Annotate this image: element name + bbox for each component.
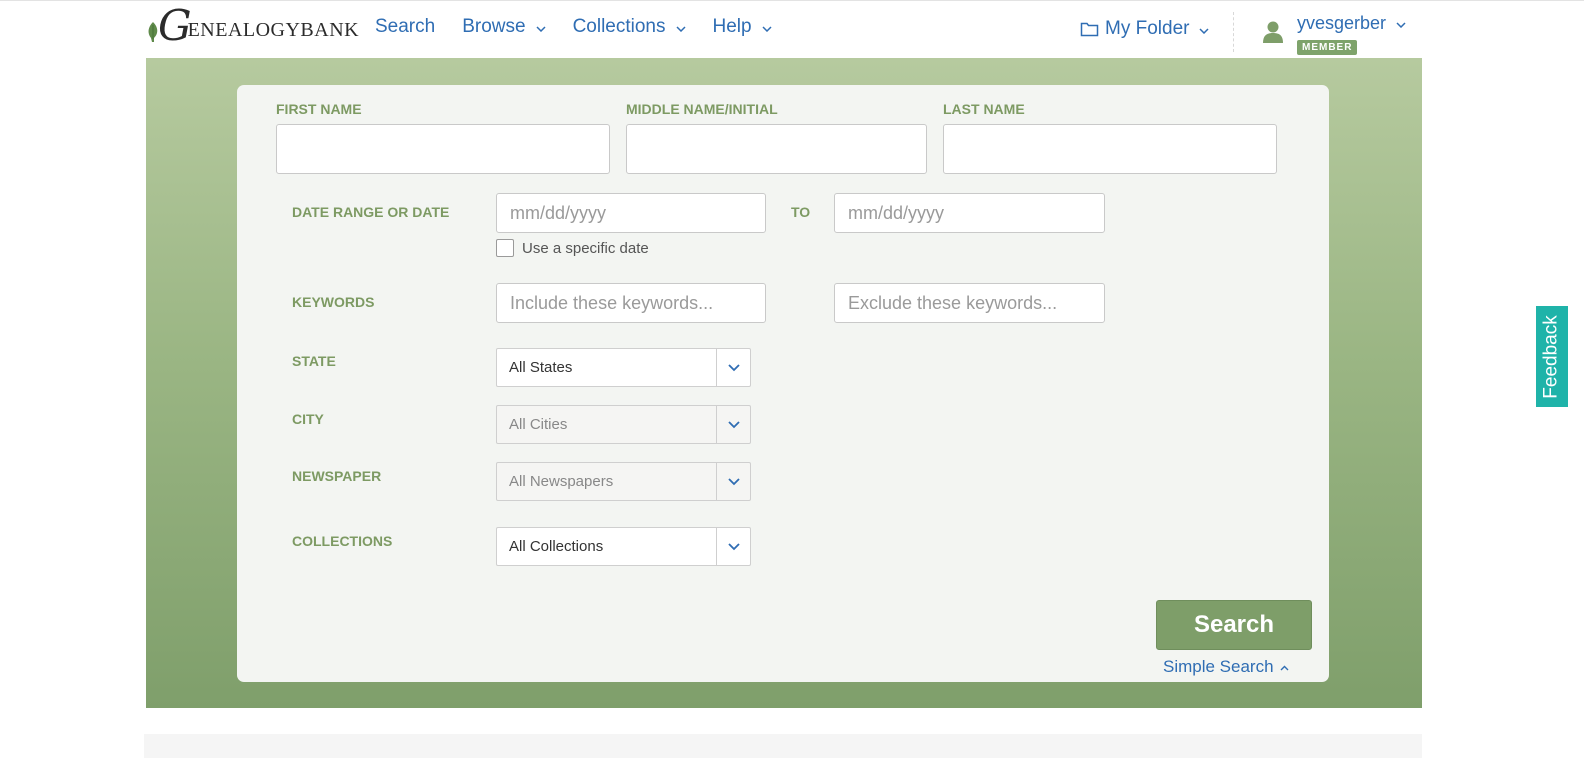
user-icon [1263, 21, 1283, 43]
my-folder-menu[interactable]: My Folder [1080, 18, 1209, 40]
chevron-up-icon [1280, 665, 1289, 671]
logo-initial: G [158, 1, 192, 50]
search-button[interactable]: Search [1156, 600, 1312, 650]
date-to-field[interactable] [834, 193, 1105, 233]
chevron-down-icon [727, 542, 740, 550]
first-name-label: FIRST NAME [276, 101, 362, 117]
nav-search[interactable]: Search [375, 16, 435, 38]
include-keywords-input[interactable] [497, 284, 765, 322]
newspaper-select-toggle[interactable] [716, 463, 750, 500]
username-label: yvesgerber [1297, 13, 1387, 33]
chevron-down-icon [1396, 22, 1406, 28]
nav-collections-label: Collections [572, 16, 666, 37]
collections-select-value: All Collections [509, 538, 604, 555]
simple-search-label: Simple Search [1163, 657, 1274, 676]
main-nav: Search Browse Collections Help [375, 16, 799, 38]
city-select[interactable]: All Cities [496, 405, 751, 444]
collections-select-toggle[interactable] [716, 528, 750, 565]
chevron-down-icon [727, 477, 740, 485]
collections-label: COLLECTIONS [292, 533, 393, 549]
advanced-search-form: FIRST NAME MIDDLE NAME/INITIAL LAST NAME… [237, 85, 1329, 682]
date-range-label: DATE RANGE OR DATE [292, 204, 450, 220]
state-select[interactable]: All States [496, 348, 751, 387]
exclude-keywords-field[interactable] [834, 283, 1105, 323]
nav-browse[interactable]: Browse [462, 16, 546, 38]
state-select-value: All States [509, 359, 573, 376]
chevron-down-icon [536, 25, 546, 32]
simple-search-link[interactable]: Simple Search [1163, 657, 1289, 677]
include-keywords-field[interactable] [496, 283, 766, 323]
newspaper-select[interactable]: All Newspapers [496, 462, 751, 501]
middle-name-label: MIDDLE NAME/INITIAL [626, 101, 778, 117]
state-label: STATE [292, 353, 336, 369]
first-name-input[interactable] [277, 125, 609, 173]
date-to-input[interactable] [835, 194, 1104, 232]
feedback-tab[interactable]: Feedback [1536, 306, 1568, 407]
last-name-label: LAST NAME [943, 101, 1025, 117]
date-from-field[interactable] [496, 193, 766, 233]
chevron-down-icon [1199, 27, 1209, 34]
chevron-down-icon [675, 25, 686, 32]
city-select-value: All Cities [509, 416, 568, 433]
folder-icon [1080, 22, 1099, 37]
search-panel: FIRST NAME MIDDLE NAME/INITIAL LAST NAME… [146, 58, 1422, 708]
keywords-label: KEYWORDS [292, 294, 375, 310]
city-label: CITY [292, 411, 324, 427]
date-to-label: TO [791, 204, 811, 220]
middle-name-input[interactable] [627, 125, 926, 173]
logo-text: ENEALOGYBANK [187, 18, 360, 41]
date-from-input[interactable] [497, 194, 765, 232]
nav-collections[interactable]: Collections [573, 16, 686, 38]
member-badge: MEMBER [1297, 40, 1358, 55]
newspaper-label: NEWSPAPER [292, 468, 382, 484]
user-menu[interactable]: yvesgerber [1297, 13, 1406, 34]
newspaper-select-value: All Newspapers [509, 473, 614, 490]
middle-name-field[interactable] [626, 124, 927, 174]
nav-help-label: Help [712, 16, 752, 37]
feedback-label: Feedback [1541, 314, 1563, 399]
exclude-keywords-input[interactable] [835, 284, 1104, 322]
chevron-down-icon [727, 420, 740, 428]
state-select-toggle[interactable] [716, 349, 750, 386]
nav-help[interactable]: Help [713, 16, 772, 38]
last-name-field[interactable] [943, 124, 1277, 174]
footer-strip [144, 734, 1422, 758]
chevron-down-icon [727, 363, 740, 371]
collections-select[interactable]: All Collections [496, 527, 751, 566]
header-divider [1233, 12, 1234, 52]
last-name-input[interactable] [944, 125, 1276, 173]
nav-browse-label: Browse [462, 16, 526, 37]
chevron-down-icon [762, 25, 772, 32]
city-select-toggle[interactable] [716, 406, 750, 443]
first-name-field[interactable] [276, 124, 610, 174]
specific-date-label: Use a specific date [522, 240, 649, 257]
nav-search-label: Search [375, 16, 436, 37]
site-header: G ENEALOGYBANK Search Browse Collections… [146, 0, 1422, 58]
specific-date-checkbox[interactable] [496, 239, 514, 257]
my-folder-label: My Folder [1105, 18, 1190, 39]
genealogybank-logo[interactable]: G ENEALOGYBANK [146, 2, 359, 50]
